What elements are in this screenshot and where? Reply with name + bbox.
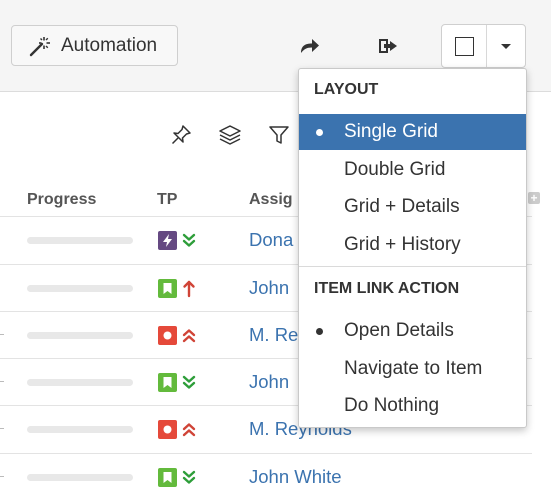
square-icon — [454, 36, 474, 56]
caret-down-icon — [501, 43, 511, 49]
link-action-section-header: ITEM LINK ACTION — [314, 280, 460, 297]
menu-item-label: Open Details — [344, 320, 454, 341]
menu-item-double-grid[interactable]: Double Grid — [299, 152, 526, 188]
bug-type-icon — [158, 326, 177, 345]
layout-split-button[interactable] — [441, 24, 526, 68]
progress-bar — [27, 379, 133, 386]
layout-section-header: LAYOUT — [314, 81, 379, 98]
selected-bullet-icon — [316, 328, 323, 335]
menu-item-open-details[interactable]: Open Details — [299, 313, 526, 349]
row-edge-marker — [0, 334, 4, 335]
menu-item-label: Single Grid — [344, 121, 438, 142]
menu-item-grid-details[interactable]: Grid + Details — [299, 189, 526, 225]
priority-highest-icon — [181, 279, 197, 298]
priority-low-icon — [181, 231, 197, 250]
layout-dropdown-button[interactable] — [487, 25, 525, 67]
assignee-link[interactable]: John White — [249, 466, 342, 488]
layout-toggle-button[interactable] — [442, 25, 487, 67]
column-header-assignee[interactable]: Assig — [249, 191, 293, 209]
filter-icon[interactable] — [268, 124, 290, 146]
row-edge-marker — [0, 476, 4, 477]
export-icon[interactable] — [377, 36, 401, 56]
magic-wand-icon — [28, 35, 52, 57]
priority-low-icon — [181, 373, 197, 392]
menu-item-navigate-to-item[interactable]: Navigate to Item — [299, 351, 526, 387]
layout-dropdown-menu: LAYOUT Single Grid Double Grid Grid + De… — [298, 68, 527, 428]
automation-button[interactable]: Automation — [11, 25, 178, 66]
assignee-link[interactable]: M. Re — [249, 324, 298, 346]
priority-high-icon — [181, 420, 197, 439]
menu-item-label: Grid + Details — [344, 196, 460, 217]
progress-bar — [27, 474, 133, 481]
bug-type-icon — [158, 420, 177, 439]
menu-item-label: Double Grid — [344, 159, 446, 180]
story-type-icon — [158, 373, 177, 392]
automation-label: Automation — [61, 34, 158, 56]
assignee-link[interactable]: John — [249, 277, 289, 299]
pin-icon[interactable] — [170, 124, 192, 146]
progress-bar — [27, 285, 133, 292]
assignee-link[interactable]: John — [249, 371, 289, 393]
priority-low-icon — [181, 468, 197, 487]
menu-item-label: Grid + History — [344, 234, 461, 255]
row-edge-marker — [0, 428, 4, 429]
priority-high-icon — [181, 326, 197, 345]
table-row[interactable]: John White — [0, 453, 532, 501]
progress-bar — [27, 332, 133, 339]
menu-item-do-nothing[interactable]: Do Nothing — [299, 388, 526, 424]
story-type-icon — [158, 468, 177, 487]
selected-bullet-icon — [316, 129, 323, 136]
row-edge-marker — [0, 381, 4, 382]
menu-item-grid-history[interactable]: Grid + History — [299, 227, 526, 263]
menu-item-single-grid[interactable]: Single Grid — [299, 114, 526, 150]
progress-bar — [27, 237, 133, 244]
column-header-progress[interactable]: Progress — [27, 191, 96, 209]
progress-bar — [27, 426, 133, 433]
layers-icon[interactable] — [218, 124, 242, 146]
add-column-icon[interactable]: + — [528, 192, 540, 204]
menu-divider — [299, 266, 526, 267]
menu-item-label: Navigate to Item — [344, 358, 483, 379]
story-type-icon — [158, 279, 177, 298]
epic-type-icon — [158, 231, 177, 250]
menu-item-label: Do Nothing — [344, 395, 440, 416]
assignee-link[interactable]: Dona — [249, 229, 293, 251]
column-header-tp[interactable]: TP — [157, 191, 177, 209]
share-arrow-icon[interactable] — [298, 35, 322, 57]
